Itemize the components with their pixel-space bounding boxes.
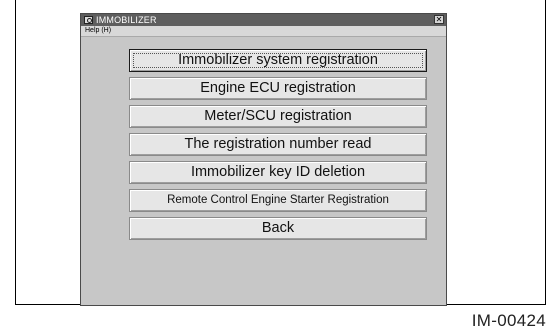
menu-bar: Help (H) xyxy=(81,26,446,37)
meter-scu-registration-button[interactable]: Meter/SCU registration xyxy=(129,105,427,128)
app-icon xyxy=(84,16,93,24)
immobilizer-system-registration-button[interactable]: Immobilizer system registration xyxy=(129,49,427,72)
figure-id-label: IM-00424 xyxy=(471,311,546,330)
title-bar: IMMOBILIZER ✕ xyxy=(81,14,446,26)
menu-help[interactable]: Help (H) xyxy=(85,26,111,36)
immobilizer-window: IMMOBILIZER ✕ Help (H) Immobilizer syste… xyxy=(80,13,447,306)
remote-engine-starter-registration-button[interactable]: Remote Control Engine Starter Registrati… xyxy=(129,189,427,212)
window-title: IMMOBILIZER xyxy=(96,15,157,25)
registration-number-read-button[interactable]: The registration number read xyxy=(129,133,427,156)
back-button[interactable]: Back xyxy=(129,217,427,240)
engine-ecu-registration-button[interactable]: Engine ECU registration xyxy=(129,77,427,100)
close-icon[interactable]: ✕ xyxy=(434,15,444,24)
immobilizer-key-id-deletion-button[interactable]: Immobilizer key ID deletion xyxy=(129,161,427,184)
